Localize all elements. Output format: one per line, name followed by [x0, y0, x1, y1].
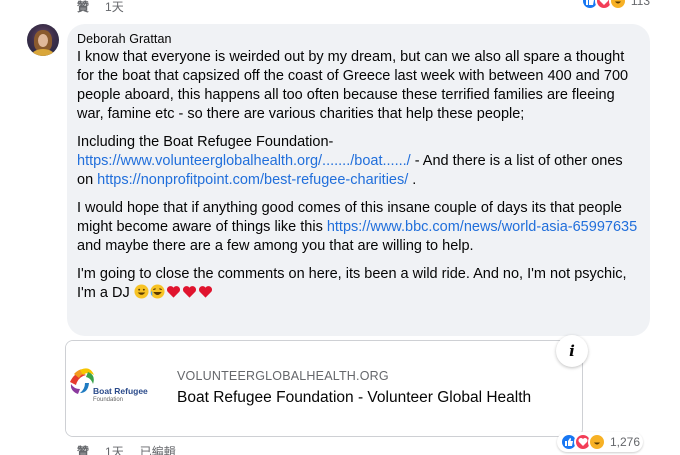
paragraph-text: . [408, 172, 417, 188]
info-icon: i [569, 342, 575, 360]
nonprofit-point-link[interactable]: https://nonprofitpoint.com/best-refugee-… [97, 172, 408, 188]
volunteer-health-link[interactable]: https://www.volunteerglobalhealth.org/..… [77, 153, 411, 169]
red-heart-icon [182, 286, 196, 298]
thumb-brand-subtext: Foundation [93, 397, 124, 403]
reaction-count: 1,276 [610, 435, 641, 449]
comment-paragraph-1: I know that everyone is weirded out by m… [77, 49, 629, 122]
edited-label: 已編輯 [139, 445, 176, 455]
link-preview-card[interactable]: Boat Refugee Foundation VOLUNTEERGLOBALH… [65, 340, 583, 437]
grinning-face-icon [134, 284, 149, 299]
red-heart-icon [198, 286, 212, 298]
comment-paragraph-3: I would hope that if anything good comes… [77, 199, 638, 256]
comment-author[interactable]: Deborah Grattan [77, 32, 638, 47]
bbc-news-link[interactable]: https://www.bbc.com/news/world-asia-6599… [327, 219, 637, 235]
avatar[interactable] [27, 24, 59, 56]
red-heart-icon [166, 286, 180, 298]
laughing-face-icon [150, 284, 165, 299]
info-button[interactable]: i [556, 335, 588, 367]
like-button[interactable]: 贊 [77, 443, 89, 455]
prev-like-button[interactable]: 贊 [77, 0, 89, 15]
thumb-brand-text: Boat Refugee [93, 386, 148, 396]
paragraph-text: and maybe there are a few among you that… [77, 238, 474, 254]
prev-reaction-summary[interactable]: 113 [580, 0, 650, 10]
comment-actions: 贊 1天 已編輯 [77, 443, 176, 455]
link-preview-thumbnail: Boat Refugee Foundation [66, 341, 166, 436]
comment-timestamp[interactable]: 1天 [105, 443, 124, 455]
link-title[interactable]: Boat Refugee Foundation - Volunteer Glob… [177, 389, 531, 407]
prev-timestamp[interactable]: 1天 [105, 0, 124, 15]
comment-paragraph-4: I'm going to close the comments on here,… [77, 265, 638, 303]
haha-reaction-icon [608, 0, 627, 10]
link-domain: VOLUNTEERGLOBALHEALTH.ORG [177, 369, 389, 383]
comment-paragraph-2: Including the Boat Refugee Foundation- h… [77, 133, 638, 190]
haha-reaction-icon [588, 433, 606, 451]
comment-bubble: Deborah Grattan I know that everyone is … [67, 24, 650, 336]
prev-comment-actions: 贊 1天 [77, 0, 124, 15]
reaction-summary[interactable]: 1,276 [557, 432, 644, 452]
paragraph-text: Including the Boat Refugee Foundation- [77, 134, 334, 150]
prev-reaction-count: 113 [630, 0, 650, 8]
